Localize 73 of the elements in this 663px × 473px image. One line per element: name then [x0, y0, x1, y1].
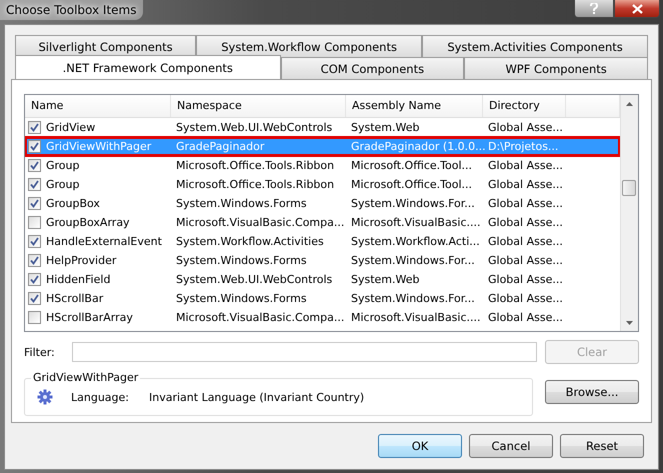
table-cell-text: Global Asse... [487, 197, 564, 210]
table-cell-text: Microsoft.VisualBasic.Compa... [175, 216, 346, 229]
table-cell-text: System.Workflow.Activities [175, 235, 325, 248]
table-cell-text: Global Asse... [487, 311, 564, 324]
table-cell-text: System.Windows.Forms [175, 197, 308, 210]
table-cell-text: Microsoft.Office.Tools.Ribbon [175, 159, 336, 172]
table-cell: Group [46, 159, 80, 172]
tab[interactable]: System.Workflow Components [196, 35, 422, 57]
table-cell-text: Global Asse... [487, 178, 564, 191]
dialog-button[interactable]: Reset [560, 434, 644, 458]
tab[interactable]: Silverlight Components [15, 35, 196, 57]
dialog-button[interactable]: OK [378, 434, 462, 458]
language-value: Invariant Language (Invariant Country) [149, 390, 364, 404]
table-cell-text: System.Windows.For... [350, 254, 476, 267]
table-row[interactable]: HScrollBarArray Microsoft.VisualBasic.Compa... Microsoft.VisualBasic.... Global Asse... [25, 308, 620, 327]
table-cell-text: System.Windows.For... [350, 197, 476, 210]
table-cell-text: Global Asse... [487, 159, 564, 172]
table-cell: HandleExternalEvent [46, 235, 162, 248]
table-cell-text: Microsoft.VisualBasic.... [350, 216, 482, 229]
table-cell-text: System.Web [350, 273, 420, 286]
table-cell: HScrollBar [46, 292, 104, 305]
table-cell: GridViewWithPager [46, 140, 152, 153]
language-label: Language: [71, 390, 130, 404]
table-cell-text: System.Web.UI.WebControls [175, 273, 334, 286]
table-row[interactable]: GroupBoxArray Microsoft.VisualBasic.Compa... Microsoft.VisualBasic.... Global Asse... [25, 213, 620, 232]
table-cell-text: Global Asse... [487, 273, 564, 286]
table-cell-text: Microsoft.VisualBasic.Compa... [175, 311, 346, 324]
table-row[interactable]: Group Microsoft.Office.Tools.Ribbon Microsoft.Office.Tool... Global Asse... [25, 175, 620, 194]
table-row[interactable]: HScrollBar System.Windows.Forms System.Windows.For... Global Asse... [25, 289, 620, 308]
table-cell-text: Global Asse... [487, 121, 564, 134]
column-header[interactable]: Name [25, 95, 171, 117]
table-cell: Group [46, 178, 80, 191]
table-cell-text: Microsoft.VisualBasic.... [350, 311, 482, 324]
tab[interactable]: COM Components [280, 57, 464, 79]
table-cell: GroupBoxArray [46, 216, 130, 229]
filter-label: Filter: [24, 346, 56, 358]
group-title: GridViewWithPager [31, 371, 140, 384]
table-row[interactable]: HelpProvider System.Windows.Forms System.Windows.For... Global Asse... [25, 251, 620, 270]
table-cell-text: System.Web.UI.WebControls [175, 121, 334, 134]
column-header[interactable]: Assembly Name [346, 95, 483, 117]
table-row[interactable]: GridView System.Web.UI.WebControls System.Web Global Asse... [25, 118, 620, 137]
table-cell: GroupBox [46, 197, 100, 210]
table-cell: HiddenField [46, 273, 110, 286]
table-cell-text: Global Asse... [487, 216, 564, 229]
table-cell-text: D:\Projetos... [487, 140, 560, 153]
table-cell-text: System.Windows.For... [350, 292, 476, 305]
table-cell-text: Microsoft.Office.Tool... [350, 159, 474, 172]
table-cell-text: System.Workflow.Acti... [350, 235, 481, 248]
table-cell-text: GradePaginador [175, 140, 266, 153]
tab[interactable]: WPF Components [464, 57, 648, 79]
table-cell-text: Microsoft.Office.Tool... [350, 178, 474, 191]
table-cell: GridView [46, 121, 96, 134]
window-title: Choose Toolbox Items [0, 0, 142, 20]
table-cell-text: System.Web [350, 121, 420, 134]
table-cell-text: Global Asse... [487, 292, 564, 305]
table-cell-text: GradePaginador (1.0.0... [350, 140, 483, 153]
table-row[interactable]: Group Microsoft.Office.Tools.Ribbon Microsoft.Office.Tool... Global Asse... [25, 156, 620, 175]
column-header[interactable]: Namespace [171, 95, 346, 117]
tab[interactable]: System.Activities Components [422, 35, 648, 57]
table-cell-text: Global Asse... [487, 235, 564, 248]
table-cell-text: Global Asse... [487, 254, 564, 267]
table-row[interactable]: GroupBox System.Windows.Forms System.Windows.For... Global Asse... [25, 194, 620, 213]
table-row[interactable]: HiddenField System.Web.UI.WebControls System.Web Global Asse... [25, 270, 620, 289]
browse-button[interactable]: Browse... [545, 380, 639, 404]
tab[interactable]: .NET Framework Components [15, 55, 281, 79]
table-cell-text: Microsoft.Office.Tools.Ribbon [175, 178, 336, 191]
column-header[interactable]: Directory [483, 95, 566, 117]
dialog-button[interactable]: Cancel [469, 434, 553, 458]
table-cell: HScrollBarArray [46, 311, 133, 324]
table-row[interactable]: HandleExternalEvent System.Workflow.Activities System.Workflow.Acti... Global Asse... [25, 232, 620, 251]
table-cell-text: System.Windows.Forms [175, 292, 308, 305]
table-cell: HelpProvider [46, 254, 116, 267]
table-cell-text: System.Windows.Forms [175, 254, 308, 267]
